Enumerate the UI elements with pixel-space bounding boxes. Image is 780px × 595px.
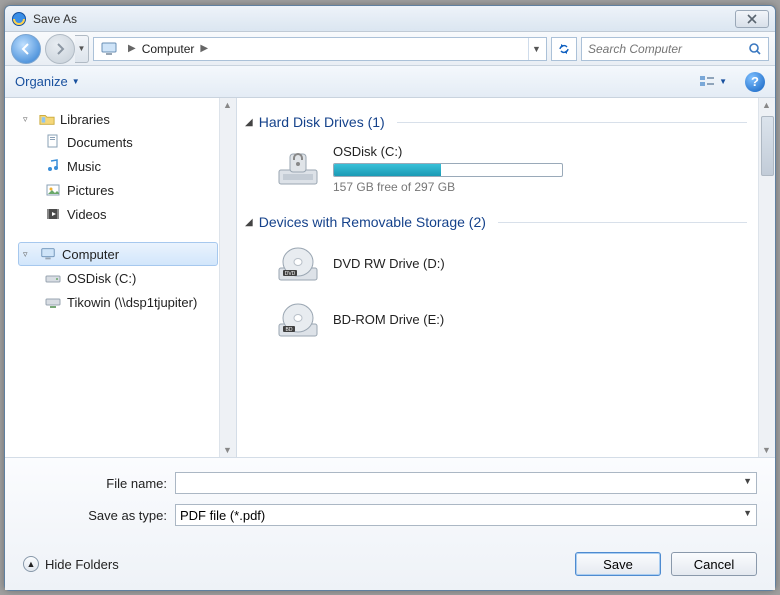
tree-item-music[interactable]: Music: [45, 154, 218, 178]
search-input[interactable]: [588, 42, 748, 56]
tree-group-computer: ▿ Computer OSDisk (C:) Tikowin (\\dsp1tj…: [5, 242, 218, 314]
save-as-type-label: Save as type:: [23, 508, 175, 523]
drive-dvd[interactable]: DVD DVD RW Drive (D:): [245, 240, 767, 296]
breadcrumb[interactable]: ▶ Computer ▶ ▼: [93, 37, 547, 61]
group-header-hdd[interactable]: ◢ Hard Disk Drives (1): [245, 114, 767, 130]
breadcrumb-separator[interactable]: ▶: [194, 43, 214, 54]
videos-icon: [45, 206, 61, 222]
nav-bar: ▼ ▶ Computer ▶ ▼: [5, 32, 775, 66]
group-header-removable[interactable]: ◢ Devices with Removable Storage (2): [245, 214, 767, 230]
forward-button[interactable]: [45, 34, 75, 64]
close-button[interactable]: [735, 10, 769, 28]
nav-tree: ▿ Libraries Documents Music: [5, 98, 237, 457]
breadcrumb-dropdown[interactable]: ▼: [528, 38, 544, 60]
tree-item-documents[interactable]: Documents: [45, 130, 218, 154]
chevron-down-icon: ▼: [719, 77, 727, 86]
drive-name: OSDisk (C:): [333, 144, 563, 159]
chevron-up-icon: ▲: [23, 556, 39, 572]
filename-label: File name:: [23, 476, 175, 491]
filename-input[interactable]: [175, 472, 757, 494]
tree-item-pictures[interactable]: Pictures: [45, 178, 218, 202]
cancel-button[interactable]: Cancel: [671, 552, 757, 576]
pictures-icon: [45, 182, 61, 198]
main-scrollbar[interactable]: [758, 98, 775, 457]
documents-icon: [45, 134, 61, 150]
network-drive-icon: [45, 294, 61, 310]
save-as-type-select[interactable]: [175, 504, 757, 526]
locked-drive-icon: [275, 148, 321, 190]
drive-name: BD-ROM Drive (E:): [333, 312, 444, 327]
tree-item-osdisk[interactable]: OSDisk (C:): [45, 266, 218, 290]
drive-bd[interactable]: BD BD-ROM Drive (E:): [245, 296, 767, 352]
computer-icon: [40, 246, 56, 262]
view-icon: [698, 73, 716, 91]
file-list-pane: ◢ Hard Disk Drives (1) OSDisk (C:): [237, 98, 775, 457]
bd-drive-icon: BD: [275, 300, 321, 342]
chevron-down-icon: ▼: [72, 77, 80, 86]
collapse-icon[interactable]: ▿: [23, 249, 34, 260]
save-button[interactable]: Save: [575, 552, 661, 576]
ie-icon: [11, 11, 27, 27]
sidebar-scrollbar[interactable]: [219, 98, 236, 457]
toolbar: Organize ▼ ▼ ?: [5, 66, 775, 98]
storage-free-text: 157 GB free of 297 GB: [333, 180, 563, 194]
nav-history-dropdown[interactable]: ▼: [75, 35, 89, 63]
view-options-button[interactable]: ▼: [698, 73, 727, 91]
tree-item-tikowin[interactable]: Tikowin (\\dsp1tjupiter): [45, 290, 218, 314]
music-icon: [45, 158, 61, 174]
hide-folders-toggle[interactable]: ▲ Hide Folders: [23, 556, 119, 572]
tree-node-computer[interactable]: ▿ Computer: [18, 242, 218, 266]
dialog-footer: File name: Save as type: ▲ Hide Folders …: [5, 457, 775, 590]
svg-text:BD: BD: [286, 327, 293, 333]
collapse-icon[interactable]: ◢: [245, 217, 253, 228]
refresh-button[interactable]: [551, 37, 577, 61]
tree-node-libraries[interactable]: ▿ Libraries: [23, 108, 218, 130]
help-button[interactable]: ?: [745, 72, 765, 92]
drive-icon: [45, 270, 61, 286]
search-box[interactable]: [581, 37, 769, 61]
libraries-icon: [39, 111, 55, 127]
collapse-icon[interactable]: ◢: [245, 117, 253, 128]
svg-text:DVD: DVD: [285, 271, 296, 277]
window-title: Save As: [33, 12, 735, 26]
back-button[interactable]: [11, 34, 41, 64]
organize-menu[interactable]: Organize ▼: [15, 74, 80, 89]
dialog-body: ▿ Libraries Documents Music: [5, 98, 775, 457]
save-as-dialog: Save As ▼ ▶ Computer ▶ ▼: [4, 5, 776, 591]
titlebar: Save As: [5, 6, 775, 32]
drive-name: DVD RW Drive (D:): [333, 256, 445, 271]
collapse-icon[interactable]: ▿: [23, 114, 34, 125]
dvd-drive-icon: DVD: [275, 244, 321, 286]
storage-bar: [333, 163, 563, 177]
drive-osdisk[interactable]: OSDisk (C:) 157 GB free of 297 GB: [245, 140, 767, 204]
search-icon: [748, 42, 762, 56]
breadcrumb-separator: ▶: [122, 43, 142, 54]
tree-item-videos[interactable]: Videos: [45, 202, 218, 226]
tree-group-libraries: ▿ Libraries Documents Music: [5, 108, 218, 226]
computer-icon: [100, 40, 118, 58]
breadcrumb-location[interactable]: Computer: [142, 42, 195, 56]
